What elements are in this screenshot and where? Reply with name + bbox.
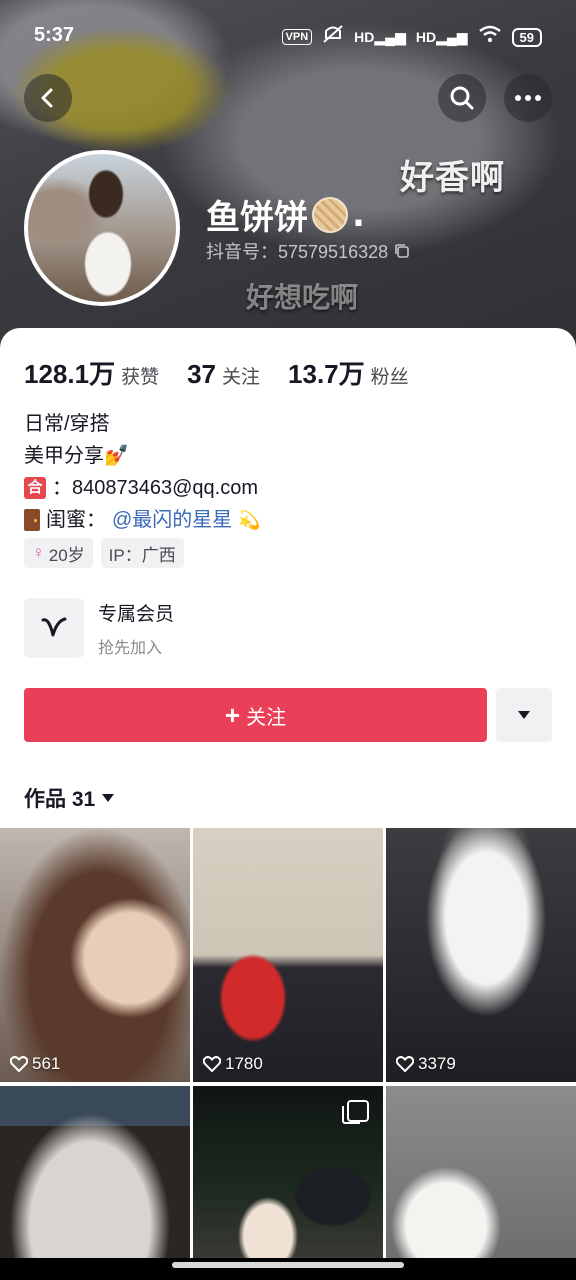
bio-line-contact: 合 ：840873463@qq.com <box>24 472 544 504</box>
home-indicator[interactable] <box>172 1262 404 1268</box>
bio-contact-text: ：840873463@qq.com <box>52 477 258 499</box>
bio-mention-link[interactable]: @最闪的星星 <box>112 504 232 536</box>
ip-text: IP：广西 <box>108 545 176 565</box>
more-button[interactable] <box>504 74 552 122</box>
video-likes: 561 <box>10 1054 60 1074</box>
stat-followers-label: 粉丝 <box>370 367 409 388</box>
signal-icon-2: HD▂▄▆ <box>415 28 468 45</box>
signal-icon-1: HD▂▄▆ <box>354 28 406 45</box>
stat-following-label: 关注 <box>222 367 261 388</box>
douyin-id[interactable]: 抖音号：57579516328 <box>206 238 410 264</box>
stat-following-value: 37 <box>187 359 217 389</box>
works-tab[interactable]: 作品 31 <box>24 783 115 813</box>
profile-chips: ♀ 20岁 IP：广西 <box>24 538 184 568</box>
chevron-left-icon <box>41 88 53 108</box>
stat-likes[interactable]: 128.1万 获赞 <box>24 354 159 391</box>
video-tile[interactable] <box>0 1085 190 1258</box>
age-text: 20岁 <box>48 545 85 565</box>
search-button[interactable] <box>438 74 486 122</box>
video-tile[interactable]: 561 <box>0 828 190 1082</box>
status-time: 5:37 <box>34 24 75 46</box>
stat-followers-value: 13.7万 <box>288 359 365 389</box>
ip-chip: IP：广西 <box>100 538 184 568</box>
age-chip: ♀ 20岁 <box>24 538 93 568</box>
bio-line-text: 日常/穿搭 <box>24 413 110 435</box>
video-tile[interactable]: 3379 <box>386 828 576 1082</box>
status-icons: VPN HD▂▄▆ HD▂▄▆ 59 <box>281 24 542 50</box>
avatar[interactable] <box>24 150 180 306</box>
sparkle-icon: 💫 <box>238 510 261 530</box>
stat-followers[interactable]: 13.7万 粉丝 <box>288 354 409 391</box>
bio-line: 日常/穿搭 <box>24 408 544 440</box>
follow-button[interactable]: + 关注 <box>24 688 487 742</box>
mute-icon <box>322 24 344 50</box>
membership-entry[interactable]: 专属会员 抢先加入 <box>24 598 174 658</box>
membership-subtitle: 抢先加入 <box>98 639 163 657</box>
profile-stats: 128.1万 获赞 37 关注 13.7万 粉丝 <box>24 354 409 391</box>
copy-icon[interactable] <box>394 243 410 259</box>
video-likes-count: 561 <box>32 1054 61 1073</box>
banner-caption-top: 好香啊 <box>400 158 505 198</box>
caret-down-icon <box>518 711 530 719</box>
heart-icon <box>396 1056 414 1072</box>
follow-button-label: 关注 <box>246 706 287 729</box>
bio-line-text: 美甲分享💅 <box>24 445 129 467</box>
he-tag-icon: 合 <box>24 477 46 499</box>
membership-text: 专属会员 抢先加入 <box>98 599 174 658</box>
video-tile[interactable]: 1780 <box>193 828 383 1082</box>
works-tab-label: 作品 31 <box>24 788 96 811</box>
video-likes-count: 1780 <box>225 1054 263 1073</box>
heart-icon <box>10 1056 28 1072</box>
banner-caption-bottom: 好想吃啊 <box>246 281 359 314</box>
membership-title: 专属会员 <box>98 603 175 625</box>
wifi-icon <box>478 25 502 49</box>
video-likes-count: 3379 <box>418 1054 456 1073</box>
bio-line-bestie: 闺蜜： @最闪的星星 💫 <box>24 504 544 536</box>
heart-icon <box>203 1056 221 1072</box>
stat-likes-label: 获赞 <box>121 367 160 388</box>
video-likes: 1780 <box>203 1054 263 1074</box>
multi-image-icon <box>342 1099 369 1124</box>
douyin-id-text: 抖音号：57579516328 <box>206 242 389 262</box>
video-grid: 561 1780 3379 <box>0 828 576 1258</box>
profile-bio: 日常/穿搭 美甲分享💅 合 ：840873463@qq.com 闺蜜： @最闪的… <box>24 408 544 536</box>
door-icon <box>24 509 40 531</box>
battery-icon: 59 <box>511 27 542 47</box>
vpn-icon: VPN <box>281 29 313 45</box>
video-tile[interactable] <box>386 1085 576 1258</box>
profile-name: 鱼饼饼 . <box>206 190 365 239</box>
plus-icon: + <box>224 700 241 730</box>
video-tile[interactable] <box>193 1085 383 1258</box>
more-dots-icon <box>515 95 541 101</box>
profile-name-suffix: . <box>352 194 365 235</box>
membership-logo-icon <box>24 598 84 658</box>
recommend-dropdown-button[interactable] <box>496 688 552 742</box>
video-likes: 3379 <box>396 1054 456 1074</box>
female-icon: ♀ <box>32 543 45 562</box>
biscuit-badge-icon <box>312 196 348 233</box>
search-icon <box>450 86 474 110</box>
status-bar: 5:37 VPN HD▂▄▆ HD▂▄▆ 59 <box>0 0 576 70</box>
caret-down-icon <box>102 794 115 802</box>
bio-bestie-prefix: 闺蜜： <box>46 509 106 531</box>
back-button[interactable] <box>24 74 72 122</box>
profile-name-text: 鱼饼饼 <box>206 198 308 238</box>
bio-line: 美甲分享💅 <box>24 440 544 472</box>
stat-following[interactable]: 37 关注 <box>187 359 260 390</box>
stat-likes-value: 128.1万 <box>24 359 116 389</box>
profile-card: 128.1万 获赞 37 关注 13.7万 粉丝 日常/穿搭 美甲分享💅 合 ：… <box>0 328 576 828</box>
